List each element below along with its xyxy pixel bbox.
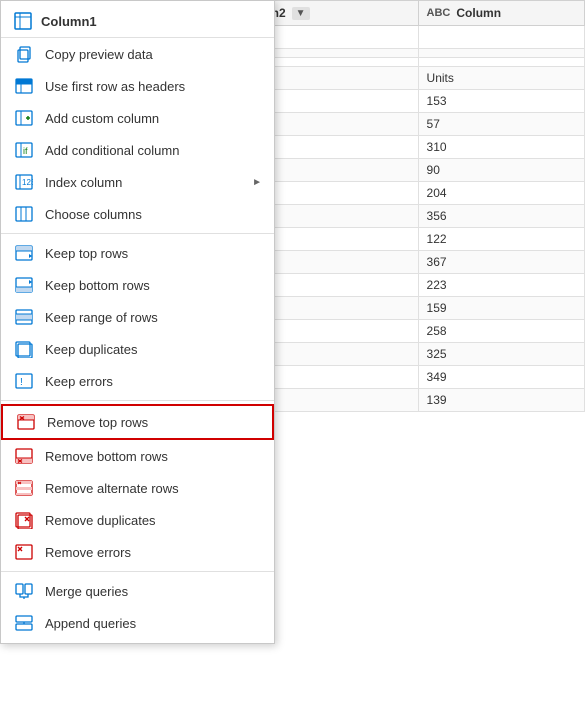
table-cell: 349 [418, 366, 584, 389]
menu-icon-keep-errors: ! [13, 370, 35, 392]
col2-filter-button[interactable]: ▼ [292, 7, 310, 20]
menu-icon-remove-top-rows [15, 411, 37, 433]
menu-icon-remove-duplicates [13, 509, 35, 531]
menu-separator [1, 571, 274, 572]
col3-type-icon: ABC [427, 7, 451, 19]
menu-header-icon [13, 11, 33, 31]
menu-item-add-conditional-column[interactable]: if Add conditional column [1, 134, 274, 166]
table-cell: 223 [418, 274, 584, 297]
menu-label-keep-bottom-rows: Keep bottom rows [45, 278, 262, 293]
menu-item-append-queries[interactable]: Append queries [1, 607, 274, 639]
table-cell: 57 [418, 113, 584, 136]
menu-label-keep-top-rows: Keep top rows [45, 246, 262, 261]
menu-label-merge-queries: Merge queries [45, 584, 262, 599]
menu-item-remove-bottom-rows[interactable]: Remove bottom rows [1, 440, 274, 472]
menu-item-remove-alternate-rows[interactable]: Remove alternate rows [1, 472, 274, 504]
table-cell: 356 [418, 205, 584, 228]
table-cell: 310 [418, 136, 584, 159]
table-cell: 325 [418, 343, 584, 366]
menu-icon-choose-columns [13, 203, 35, 225]
menu-separator [1, 400, 274, 401]
menu-item-keep-top-rows[interactable]: Keep top rows [1, 237, 274, 269]
table-cell [418, 26, 584, 49]
context-menu: Column1 Copy preview data Use first row … [0, 0, 275, 644]
menu-label-remove-bottom-rows: Remove bottom rows [45, 449, 262, 464]
menu-label-remove-top-rows: Remove top rows [47, 415, 260, 430]
menu-item-remove-duplicates[interactable]: Remove duplicates [1, 504, 274, 536]
col3-header: ABC Column [418, 1, 584, 26]
menu-label-keep-range-rows: Keep range of rows [45, 310, 262, 325]
table-cell: 204 [418, 182, 584, 205]
col3-label: Column [456, 6, 501, 20]
menu-item-keep-errors[interactable]: ! Keep errors [1, 365, 274, 397]
table-cell: 139 [418, 389, 584, 412]
menu-icon-remove-alternate-rows [13, 477, 35, 499]
menu-item-copy-preview[interactable]: Copy preview data [1, 38, 274, 70]
menu-icon-keep-duplicates [13, 338, 35, 360]
menu-item-remove-errors[interactable]: Remove errors [1, 536, 274, 568]
svg-text:!: ! [20, 377, 23, 388]
menu-item-choose-columns[interactable]: Choose columns [1, 198, 274, 230]
table-cell: 258 [418, 320, 584, 343]
menu-separator [1, 233, 274, 234]
submenu-arrow-index-column: ► [252, 177, 262, 188]
menu-label-add-conditional-column: Add conditional column [45, 143, 262, 158]
table-cell: 90 [418, 159, 584, 182]
menu-item-first-row-headers[interactable]: Use first row as headers [1, 70, 274, 102]
svg-text:if: if [23, 146, 28, 156]
menu-icon-append-queries [13, 612, 35, 634]
menu-icon-index-column: 123 [13, 171, 35, 193]
menu-item-keep-bottom-rows[interactable]: Keep bottom rows [1, 269, 274, 301]
menu-icon-add-conditional-column: if [13, 139, 35, 161]
menu-icon-remove-bottom-rows [13, 445, 35, 467]
menu-item-merge-queries[interactable]: Merge queries [1, 575, 274, 607]
table-cell [418, 49, 584, 58]
table-cell: 153 [418, 90, 584, 113]
menu-icon-copy-preview [13, 43, 35, 65]
menu-label-index-column: Index column [45, 175, 252, 190]
table-cell: 367 [418, 251, 584, 274]
menu-label-choose-columns: Choose columns [45, 207, 262, 222]
menu-icon-merge-queries [13, 580, 35, 602]
menu-item-remove-top-rows[interactable]: Remove top rows [1, 404, 274, 440]
table-cell: 122 [418, 228, 584, 251]
menu-icon-first-row-headers [13, 75, 35, 97]
table-cell: Units [418, 67, 584, 90]
table-cell [418, 58, 584, 67]
menu-label-remove-alternate-rows: Remove alternate rows [45, 481, 262, 496]
menu-label-keep-errors: Keep errors [45, 374, 262, 389]
svg-text:123: 123 [22, 178, 33, 187]
menu-icon-keep-bottom-rows [13, 274, 35, 296]
menu-icon-add-custom-column [13, 107, 35, 129]
menu-label-first-row-headers: Use first row as headers [45, 79, 262, 94]
menu-label-copy-preview: Copy preview data [45, 47, 262, 62]
menu-item-keep-duplicates[interactable]: Keep duplicates [1, 333, 274, 365]
menu-label-remove-errors: Remove errors [45, 545, 262, 560]
table-cell: 159 [418, 297, 584, 320]
menu-label-keep-duplicates: Keep duplicates [45, 342, 262, 357]
main-container: ⊞ Column1 ▼ ABC Column2 ▼ [0, 0, 585, 723]
menu-icon-remove-errors [13, 541, 35, 563]
menu-icon-keep-top-rows [13, 242, 35, 264]
menu-item-keep-range-rows[interactable]: Keep range of rows [1, 301, 274, 333]
menu-header-title: Column1 [41, 14, 97, 29]
menu-icon-keep-range-rows [13, 306, 35, 328]
menu-item-index-column[interactable]: 123 Index column ► [1, 166, 274, 198]
menu-label-add-custom-column: Add custom column [45, 111, 262, 126]
menu-label-append-queries: Append queries [45, 616, 262, 631]
menu-header: Column1 [1, 5, 274, 38]
menu-label-remove-duplicates: Remove duplicates [45, 513, 262, 528]
menu-item-add-custom-column[interactable]: Add custom column [1, 102, 274, 134]
